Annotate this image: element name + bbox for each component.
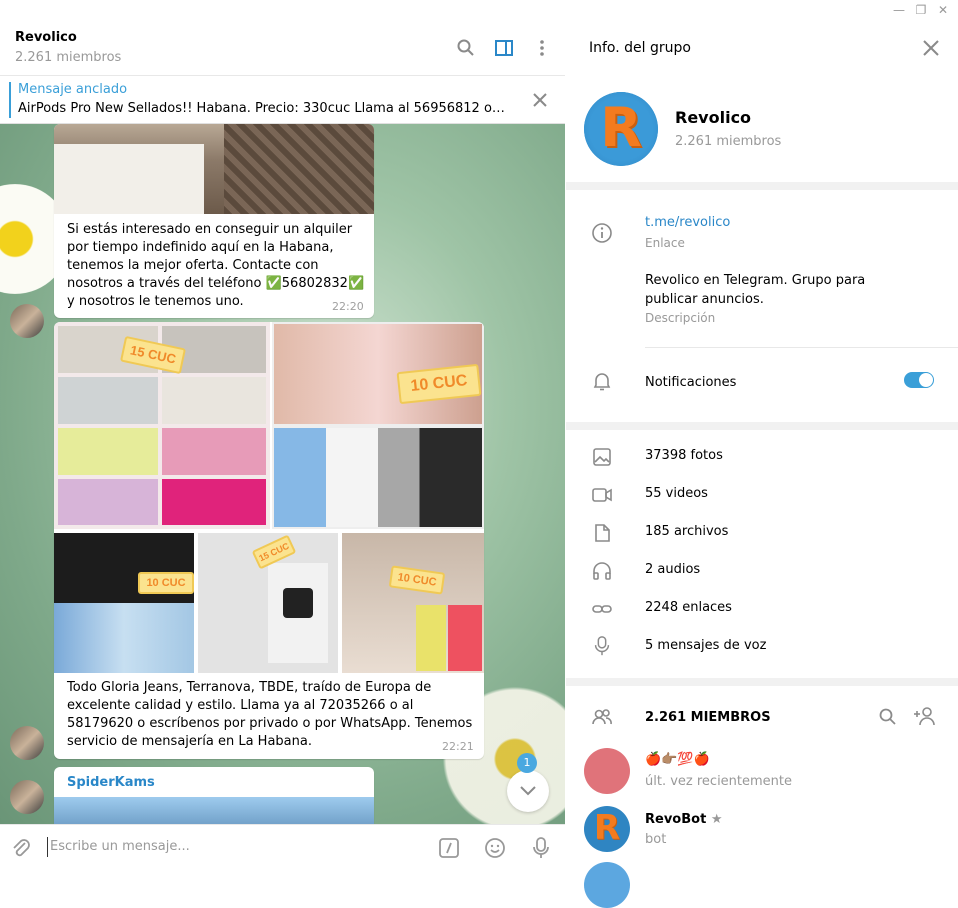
link-icon: [592, 605, 612, 613]
emoji-icon[interactable]: [484, 837, 506, 859]
more-options-icon[interactable]: [532, 38, 552, 58]
chat-title: Revolico: [15, 30, 77, 45]
member-status: últ. vez recientemente: [645, 774, 793, 789]
member-status: bot: [645, 832, 667, 847]
notifications-label: Notificaciones: [645, 375, 737, 390]
group-member-count: 2.261 miembros: [675, 134, 782, 149]
members-header: 2.261 MIEMBROS: [645, 710, 771, 725]
pinned-title: Mensaje anclado: [18, 82, 128, 97]
photo-icon: [593, 448, 611, 466]
unread-badge: 1: [517, 753, 537, 773]
message-bubble[interactable]: 15 CUC 10 CUC 10 CUC 15 CUC 10 CUC Todo …: [54, 322, 484, 759]
close-icon[interactable]: [921, 38, 941, 58]
message-time: 22:21: [442, 740, 474, 753]
sender-avatar[interactable]: [10, 304, 44, 338]
star-icon: ★: [710, 812, 723, 827]
message-photo[interactable]: [54, 797, 374, 824]
message-sender[interactable]: SpiderKams: [67, 774, 155, 792]
chevron-down-icon: [520, 786, 536, 796]
attach-icon[interactable]: [10, 837, 32, 859]
message-time: 22:20: [332, 300, 364, 313]
restore-icon[interactable]: ❐: [912, 2, 930, 18]
price-tag: 10 CUC: [138, 572, 194, 594]
group-link-label: Enlace: [645, 236, 685, 250]
headphones-icon: [593, 562, 611, 580]
microphone-icon[interactable]: [530, 836, 552, 860]
chat-area: Revolico 2.261 miembros Mensaje anclado …: [0, 20, 565, 870]
group-name: Revolico: [675, 108, 752, 127]
media-voice-messages[interactable]: 5 mensajes de voz: [645, 638, 766, 653]
media-videos[interactable]: 55 videos: [645, 486, 708, 501]
message-photo[interactable]: [54, 533, 194, 673]
media-links[interactable]: 2248 enlaces: [645, 600, 732, 615]
chat-background: Si estás interesado en conseguir un alqu…: [0, 124, 565, 824]
media-files[interactable]: 185 archivos: [645, 524, 728, 539]
sender-avatar[interactable]: [10, 780, 44, 814]
media-photos[interactable]: 37398 fotos: [645, 448, 723, 463]
member-avatar[interactable]: [584, 862, 630, 908]
window-titlebar: — ❐ ✕: [0, 0, 958, 20]
sidebar-toggle-icon[interactable]: [494, 38, 514, 58]
members-section: 2.261 MIEMBROS 🍎👉🏽💯🍎 últ. vez recienteme…: [566, 686, 958, 908]
group-description-label: Descripción: [645, 311, 716, 325]
chat-header[interactable]: Revolico 2.261 miembros: [0, 20, 565, 76]
search-icon[interactable]: [456, 38, 476, 58]
members-icon: [592, 709, 612, 725]
group-header-section: Info. del grupo R Revolico 2.261 miembro…: [566, 20, 958, 182]
search-members-icon[interactable]: [878, 707, 898, 727]
microphone-icon: [594, 636, 610, 656]
group-link[interactable]: t.me/revolico: [645, 215, 730, 230]
message-input[interactable]: Escribe un mensaje...: [50, 839, 190, 854]
info-icon: [592, 223, 612, 243]
video-icon: [592, 488, 612, 502]
group-avatar[interactable]: R: [584, 92, 658, 166]
member-name[interactable]: RevoBot ★: [645, 812, 722, 827]
text-caret: [47, 837, 48, 857]
group-details-section: t.me/revolico Enlace Revolico en Telegra…: [566, 190, 958, 422]
message-bubble[interactable]: SpiderKams: [54, 767, 374, 824]
close-pinned-icon[interactable]: [530, 90, 550, 110]
message-input-bar: Escribe un mensaje...: [0, 824, 565, 870]
member-name[interactable]: 🍎👉🏽💯🍎: [645, 752, 710, 767]
member-avatar[interactable]: [584, 748, 630, 794]
message-text: Si estás interesado en conseguir un alqu…: [67, 222, 365, 309]
pinned-message[interactable]: Mensaje anclado AirPods Pro New Sellados…: [0, 76, 565, 124]
close-window-icon[interactable]: ✕: [934, 2, 952, 18]
message-bubble[interactable]: Si estás interesado en conseguir un alqu…: [54, 124, 374, 318]
commands-icon[interactable]: [438, 837, 460, 859]
divider: [645, 347, 958, 348]
bell-icon: [593, 373, 611, 391]
group-description: Revolico en Telegram. Grupo para publica…: [645, 273, 866, 307]
member-avatar[interactable]: R: [584, 806, 630, 852]
message-photo[interactable]: [342, 533, 484, 673]
group-info-panel: Info. del grupo R Revolico 2.261 miembro…: [566, 20, 958, 908]
message-photo[interactable]: [272, 322, 484, 529]
member-name-text: RevoBot: [645, 812, 707, 827]
group-avatar-letter: R: [600, 96, 642, 159]
pinned-accent-bar: [9, 82, 11, 118]
sender-avatar[interactable]: [10, 726, 44, 760]
media-audios[interactable]: 2 audios: [645, 562, 700, 577]
minimize-icon[interactable]: —: [890, 2, 908, 18]
file-icon: [595, 524, 610, 542]
message-text: Todo Gloria Jeans, Terranova, TBDE, traí…: [67, 680, 473, 749]
scroll-down-button[interactable]: [507, 770, 549, 812]
notifications-toggle[interactable]: [904, 372, 934, 388]
chat-member-count: 2.261 miembros: [15, 50, 122, 65]
message-photo[interactable]: [54, 124, 374, 214]
shared-media-section: 37398 fotos 55 videos 185 archivos 2 aud…: [566, 430, 958, 678]
add-member-icon[interactable]: [913, 705, 937, 727]
panel-title: Info. del grupo: [589, 40, 691, 56]
member-avatar-letter: R: [593, 808, 621, 848]
pinned-text: AirPods Pro New Sellados!! Habana. Preci…: [18, 101, 508, 116]
